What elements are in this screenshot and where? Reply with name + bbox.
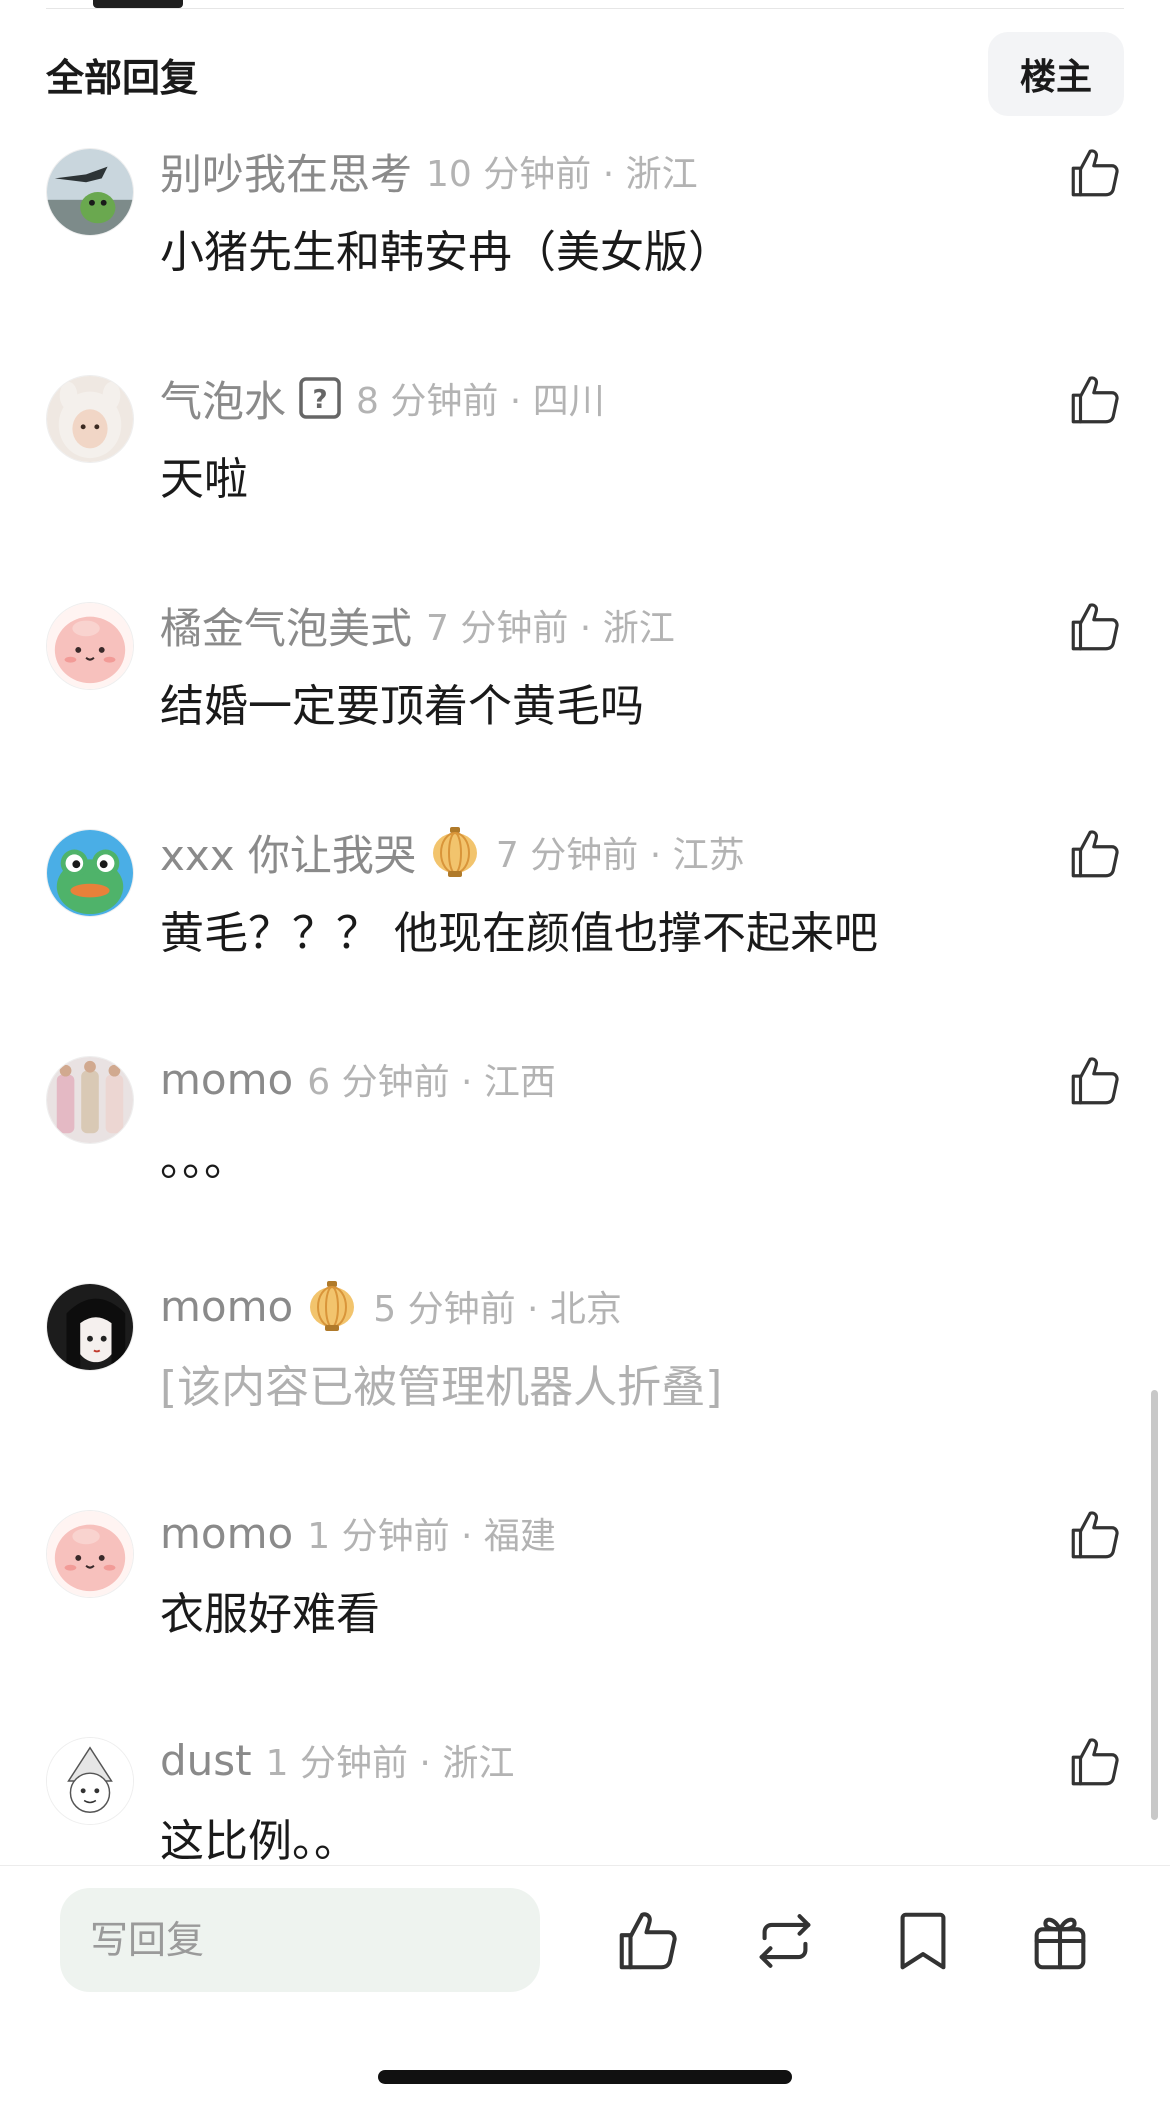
avatar[interactable] (46, 148, 134, 236)
username[interactable]: dust (160, 1736, 252, 1785)
comment-item: xxx 你让我哭 7 分钟前 · 江苏 黄毛？？？ 他现在颜值也撑不起来吧 (0, 821, 1170, 1021)
comment-meta: 橘金气泡美式 7 分钟前 · 浙江 (160, 600, 675, 653)
folded-comment-text[interactable]: [该内容已被管理机器人折叠] (160, 1351, 722, 1415)
dress-photo-avatar-icon (47, 1057, 133, 1143)
time-location: 7 分钟前 · 江苏 (495, 835, 745, 876)
username[interactable]: xxx 你让我哭 (160, 822, 416, 883)
comment-text: 。。。 (160, 1135, 248, 1186)
top-divider (46, 8, 1124, 9)
comment-meta: 气泡水 ? 8 分钟前 · 四川 (160, 373, 605, 426)
thumbs-up-icon[interactable] (1066, 144, 1124, 202)
comment-meta: momo 1 分钟前 · 福建 (160, 1508, 556, 1558)
comment-item: momo 6 分钟前 · 江西 。。。 (0, 1048, 1170, 1248)
section-title: 全部回复 (46, 55, 199, 100)
anime-girl-avatar-icon (47, 1284, 133, 1370)
op-only-button[interactable]: 楼主 (987, 32, 1124, 116)
comment-meta: momo 6 分钟前 · 江西 (160, 1054, 556, 1104)
repost-icon[interactable] (750, 1906, 820, 1976)
gift-icon[interactable] (1025, 1906, 1095, 1976)
pink-blob-avatar-icon (47, 603, 133, 689)
like-icon[interactable] (613, 1906, 683, 1976)
username[interactable]: momo (160, 1509, 293, 1558)
comment-text: 这比例。。 (160, 1816, 358, 1867)
comment-meta: momo 5 分钟前 · 北京 (160, 1281, 622, 1331)
comment-item: momo 1 分钟前 · 福建 衣服好难看 (0, 1502, 1170, 1702)
comment-meta: dust 1 分钟前 · 浙江 (160, 1735, 514, 1785)
comment-text: 结婚一定要顶着个黄毛吗 (160, 681, 644, 732)
thumbs-up-icon[interactable] (1066, 825, 1124, 883)
thumbs-up-icon[interactable] (1066, 371, 1124, 429)
avatar[interactable] (46, 375, 134, 463)
comment-item: 橘金气泡美式 7 分钟前 · 浙江 结婚一定要顶着个黄毛吗 (0, 594, 1170, 794)
time-location: 7 分钟前 · 浙江 (426, 608, 675, 649)
tab-indicator (93, 0, 183, 8)
pink-blob-avatar-icon (47, 1511, 133, 1597)
comment-text: 天啦 (160, 454, 248, 505)
bookmark-icon[interactable] (888, 1906, 958, 1976)
username[interactable]: 橘金气泡美式 (160, 595, 412, 656)
avatar[interactable] (46, 829, 134, 917)
sketch-avatar-icon (47, 1738, 133, 1824)
comment-meta: xxx 你让我哭 7 分钟前 · 江苏 (160, 825, 745, 880)
comment-item: momo 5 分钟前 · 北京 [该内容已被管理机器人折叠] (0, 1275, 1170, 1475)
avatar[interactable] (46, 1056, 134, 1144)
thumbs-up-icon[interactable] (1066, 1052, 1124, 1110)
comment-text: 小猪先生和韩安冉（美女版） (160, 227, 732, 278)
question-badge-icon: ? (298, 376, 342, 420)
username[interactable]: 别吵我在思考 (160, 141, 412, 202)
comment-meta: 别吵我在思考 10 分钟前 · 浙江 (160, 146, 698, 199)
avatar[interactable] (46, 602, 134, 690)
home-indicator[interactable] (378, 2070, 792, 2084)
username[interactable]: momo (160, 1055, 293, 1104)
thumbs-up-icon[interactable] (1066, 1733, 1124, 1791)
svg-text:?: ? (312, 385, 327, 415)
username[interactable]: 气泡水 (160, 368, 286, 429)
time-location: 10 分钟前 · 浙江 (426, 154, 698, 195)
time-location: 8 分钟前 · 四川 (356, 381, 605, 422)
comment-item: 别吵我在思考 10 分钟前 · 浙江 小猪先生和韩安冉（美女版） (0, 140, 1170, 340)
comment-text: 衣服好难看 (160, 1589, 380, 1640)
comment-text: 黄毛？？？ 他现在颜值也撑不起来吧 (160, 908, 878, 959)
lantern-badge-icon (428, 825, 482, 879)
frog-avatar-icon (47, 830, 133, 916)
goose-frog-avatar-icon (47, 149, 133, 235)
avatar[interactable] (46, 1510, 134, 1598)
time-location: 5 分钟前 · 北京 (373, 1289, 622, 1330)
time-location: 1 分钟前 · 福建 (307, 1516, 556, 1557)
comment-item: 气泡水 ? 8 分钟前 · 四川 天啦 (0, 367, 1170, 567)
replies-header: 全部回复 楼主 (46, 32, 1124, 116)
avatar[interactable] (46, 1737, 134, 1825)
avatar[interactable] (46, 1283, 134, 1371)
scrollbar[interactable] (1151, 1390, 1158, 1820)
reply-input[interactable] (60, 1888, 540, 1992)
thumbs-up-icon[interactable] (1066, 1506, 1124, 1564)
time-location: 1 分钟前 · 浙江 (265, 1743, 515, 1784)
lantern-badge-icon (305, 1279, 359, 1333)
thumbs-up-icon[interactable] (1066, 598, 1124, 656)
username[interactable]: momo (160, 1282, 293, 1331)
girl-hood-avatar-icon (47, 376, 133, 462)
time-location: 6 分钟前 · 江西 (307, 1062, 556, 1103)
